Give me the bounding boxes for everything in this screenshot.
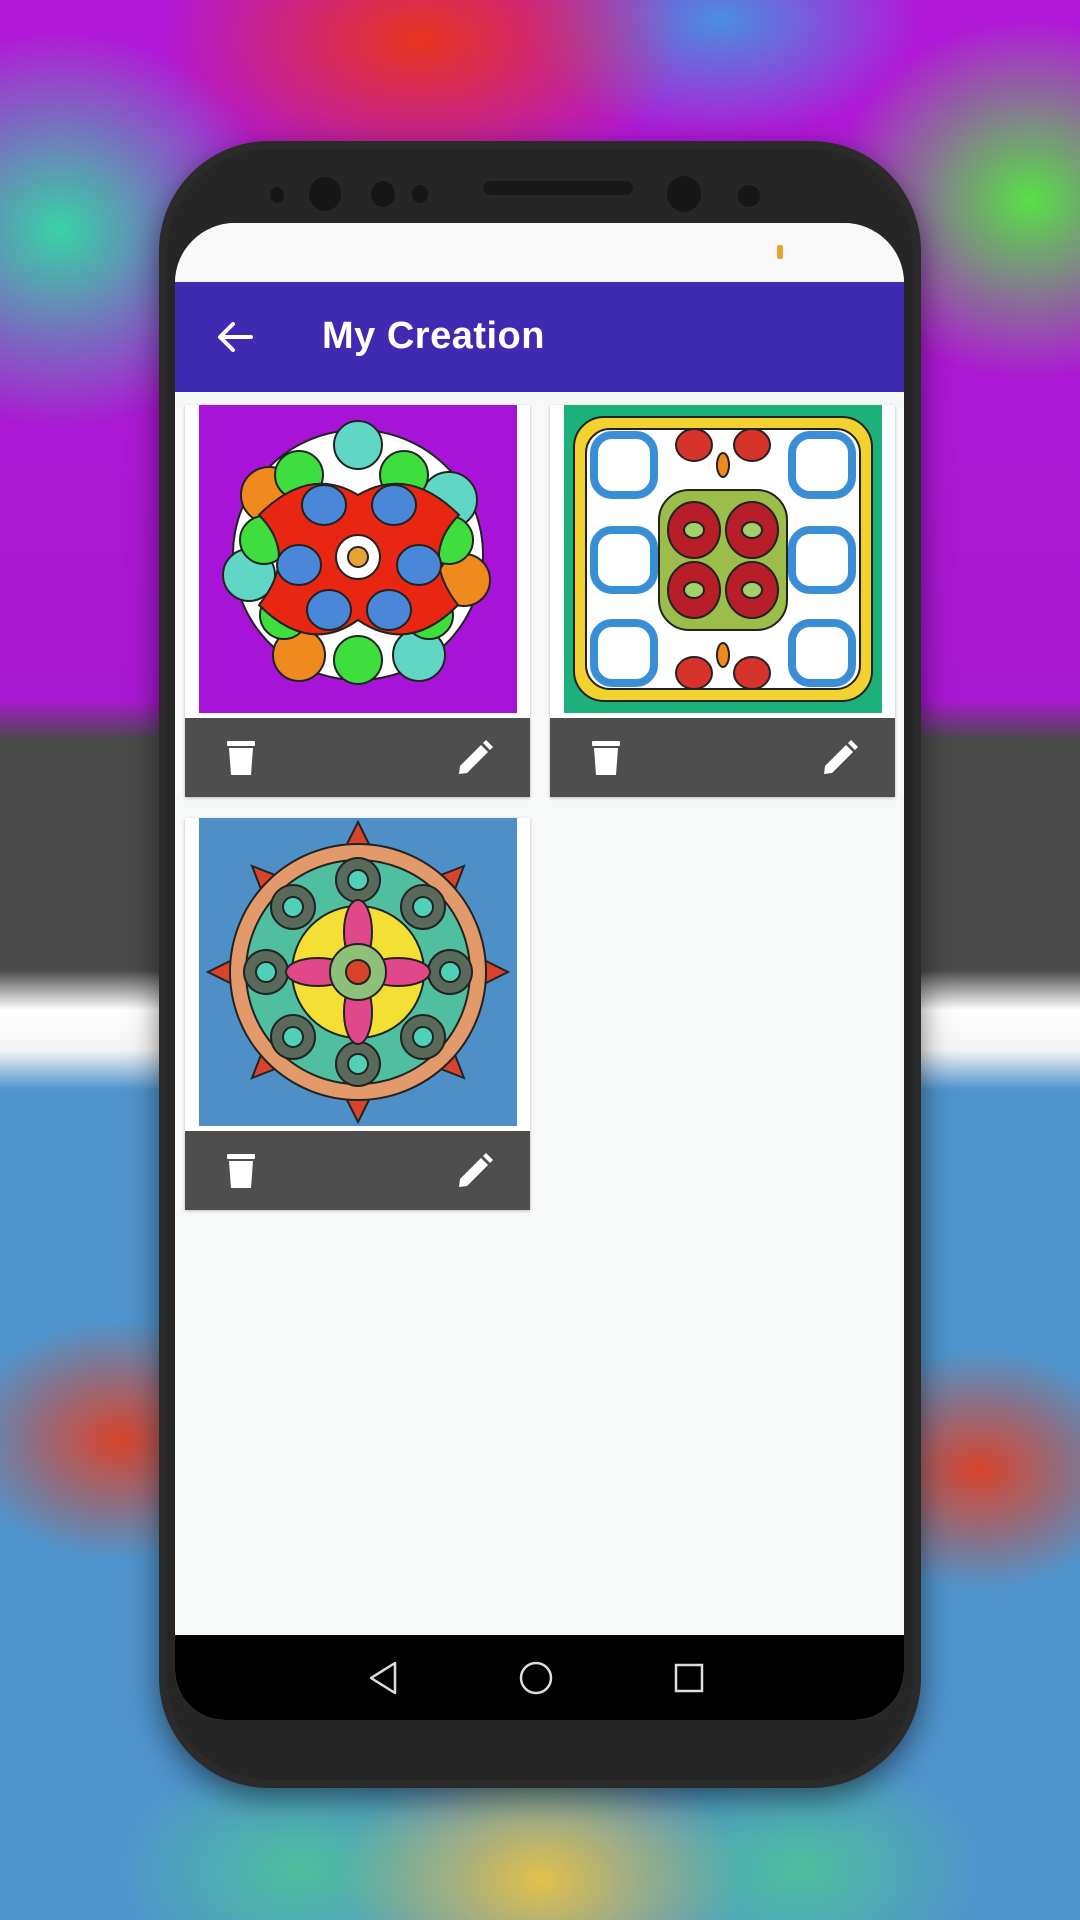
card-toolbar	[185, 1131, 530, 1210]
home-circle-icon	[519, 1661, 553, 1695]
creation-card	[550, 405, 895, 797]
delete-button[interactable]	[580, 732, 632, 784]
edit-button[interactable]	[449, 732, 501, 784]
creation-thumbnail[interactable]	[199, 818, 517, 1126]
edit-button[interactable]	[814, 732, 866, 784]
pencil-icon	[459, 740, 493, 774]
card-toolbar	[185, 718, 530, 797]
creation-thumbnail[interactable]	[199, 405, 517, 713]
front-camera-2	[667, 176, 701, 212]
sensor-dot	[371, 181, 395, 207]
page-title: My Creation	[322, 315, 545, 357]
sensor-dot	[412, 185, 428, 203]
phone-screen: My Creation	[175, 223, 904, 1720]
square-pattern-artwork	[573, 416, 873, 702]
creation-card	[185, 818, 530, 1210]
nav-home-button[interactable]	[508, 1650, 564, 1706]
trash-icon	[227, 741, 255, 775]
earpiece-speaker	[483, 181, 633, 195]
trash-icon	[227, 1154, 255, 1188]
delete-button[interactable]	[215, 1145, 267, 1197]
mandala-flower-artwork	[205, 819, 511, 1125]
trash-icon	[592, 741, 620, 775]
system-nav-bar	[175, 1635, 904, 1720]
back-button[interactable]	[205, 307, 265, 367]
back-triangle-icon	[369, 1661, 397, 1695]
edit-button[interactable]	[449, 1145, 501, 1197]
pencil-icon	[824, 740, 858, 774]
front-camera	[309, 177, 341, 211]
recents-square-icon	[674, 1663, 704, 1693]
delete-button[interactable]	[215, 732, 267, 784]
nav-recents-button[interactable]	[661, 1650, 717, 1706]
status-bar	[175, 223, 904, 282]
mandala-swirl-artwork	[222, 420, 491, 685]
nav-back-button[interactable]	[355, 1650, 411, 1706]
sensor-dot	[738, 185, 760, 207]
sensor-dot	[270, 187, 284, 203]
card-toolbar	[550, 718, 895, 797]
app-bar: My Creation	[175, 282, 904, 392]
creation-thumbnail[interactable]	[564, 405, 882, 713]
battery-icon	[777, 245, 783, 259]
arrow-left-icon	[218, 322, 253, 352]
creation-card	[185, 405, 530, 797]
pencil-icon	[459, 1153, 493, 1187]
